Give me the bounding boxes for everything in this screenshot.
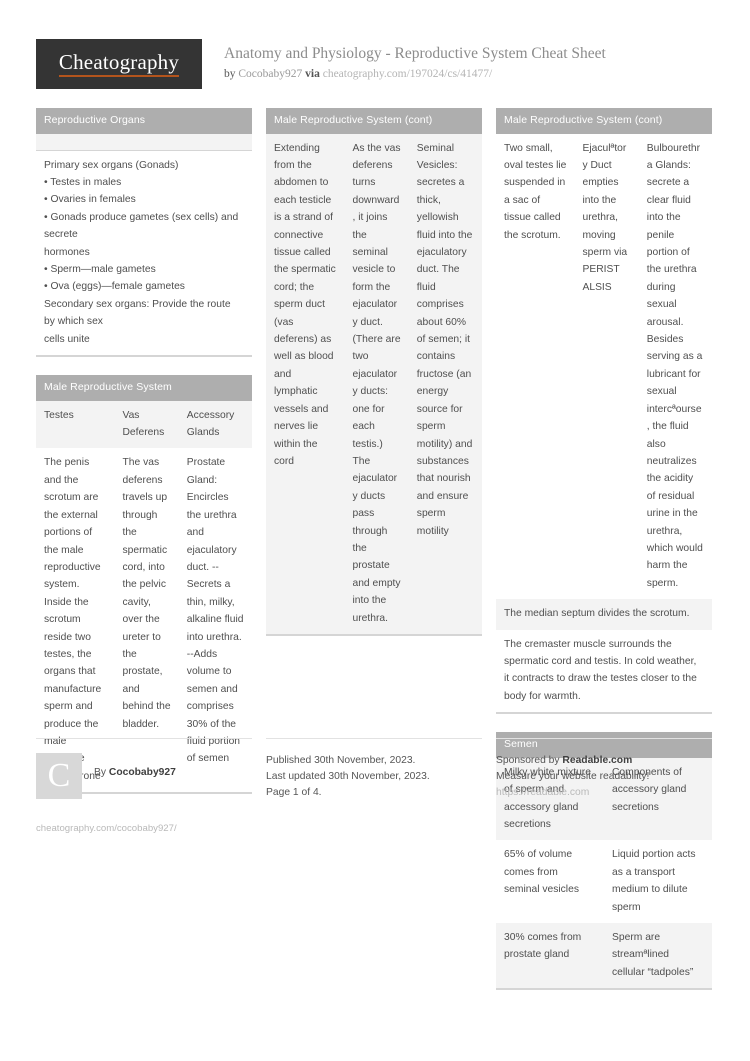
cell-bulbourethral-glands-text: Bulbourethra Glands: secrete a clear flu… xyxy=(638,133,712,600)
column-header-accessory-glands: Accessory Glands xyxy=(178,400,252,449)
byline-via-label: via xyxy=(305,67,320,80)
table-row: Two small, oval testes lie suspended in … xyxy=(496,133,712,600)
cell-median-septum-text: The median septum divides the scrotum. xyxy=(496,599,712,630)
published-date: Published 30th November, 2023. xyxy=(266,755,416,766)
avatar: C xyxy=(36,753,82,799)
masthead: Cheatography Anatomy and Physiology - Re… xyxy=(36,36,714,92)
author-credit: By Cocobaby927 xyxy=(94,753,176,781)
logo-text: Cheatography xyxy=(58,51,180,77)
block-title-male-reproductive-system-cont-3: Male Reproductive System (cont) xyxy=(496,108,712,134)
footer-sponsor-column: Sponsored by Readable.com Measure your w… xyxy=(496,738,712,837)
cell-semen-sperm-shape: Sperm are streamªlined cellular “tadpole… xyxy=(604,923,712,989)
column-3: Male Reproductive System (cont) Two smal… xyxy=(496,108,712,1008)
table-row: The cremaster muscle surrounds the sperm… xyxy=(496,629,712,713)
updated-date: Last updated 30th November, 2023. xyxy=(266,771,430,782)
cell-spermatic-cord-text: Extending from the abdomen to each testi… xyxy=(266,133,345,634)
block-title-male-reproductive-system: Male Reproductive System xyxy=(36,375,252,401)
cell-semen-prostate: 30% comes from prostate gland xyxy=(496,923,604,989)
block-reproductive-organs: Reproductive Organs Primary sex organs (… xyxy=(36,108,252,358)
cell-ejaculatory-duct-text: As the vas deferens turns downward, it j… xyxy=(344,133,409,634)
author-by-label: By xyxy=(94,767,109,778)
block-subheader-row xyxy=(36,133,252,151)
cell-cremaster-muscle-text: The cremaster muscle surrounds the sperm… xyxy=(496,629,712,713)
byline-source-url[interactable]: cheatography.com/197024/cs/41477/ xyxy=(323,68,492,80)
author-name[interactable]: Cocobaby927 xyxy=(109,767,176,778)
byline-by-label: by xyxy=(224,67,236,80)
cheat-sheet-page: Cheatography Anatomy and Physiology - Re… xyxy=(0,0,750,1061)
page-number: Page 1 of 4. xyxy=(266,787,322,798)
cell-seminal-vesicles-text: Seminal Vesicles: secretes a thick, yell… xyxy=(408,133,482,634)
block-title-male-reproductive-system-cont-2: Male Reproductive System (cont) xyxy=(266,108,482,134)
author-profile-url[interactable]: cheatography.com/cocobaby927/ xyxy=(36,821,252,837)
cell-ejaculatory-duct-peristalsis-text: Ejaculªtory Duct empties into the urethr… xyxy=(574,133,639,600)
author-row: C By Cocobaby927 xyxy=(36,753,252,799)
table-row: The median septum divides the scrotum. xyxy=(496,599,712,630)
block-male-reproductive-system-cont-3: Male Reproductive System (cont) Two smal… xyxy=(496,108,712,715)
footer-author-column: C By Cocobaby927 cheatography.com/cocoba… xyxy=(36,738,252,837)
table-row: 30% comes from prostate gland Sperm are … xyxy=(496,923,712,989)
sponsor-tagline: Measure your website readability! xyxy=(496,771,650,782)
table-row: Extending from the abdomen to each testi… xyxy=(266,133,482,634)
table-header-row: Testes Vas Deferens Accessory Glands xyxy=(36,400,252,449)
cheatography-logo[interactable]: Cheatography xyxy=(36,39,202,89)
block-title-reproductive-organs: Reproductive Organs xyxy=(36,108,252,134)
footer: C By Cocobaby927 cheatography.com/cocoba… xyxy=(36,738,714,837)
table-row: Primary sex organs (Gonads) • Testes in … xyxy=(36,150,252,356)
table-reproductive-organs: Primary sex organs (Gonads) • Testes in … xyxy=(36,150,252,356)
cell-testes-scrotum-text: Two small, oval testes lie suspended in … xyxy=(496,133,575,600)
byline: by Cocobaby927 via cheatography.com/1970… xyxy=(224,67,606,82)
cell-semen-transport-medium: Liquid portion acts as a transport mediu… xyxy=(604,840,712,924)
masthead-text: Anatomy and Physiology - Reproductive Sy… xyxy=(202,36,606,82)
column-header-testes: Testes xyxy=(36,400,115,449)
column-1: Reproductive Organs Primary sex organs (… xyxy=(36,108,252,812)
page-title: Anatomy and Physiology - Reproductive Sy… xyxy=(224,45,606,62)
block-male-reproductive-system: Male Reproductive System Testes Vas Defe… xyxy=(36,375,252,795)
table-male-reproductive-system: Testes Vas Deferens Accessory Glands The… xyxy=(36,400,252,793)
sponsor-line: Sponsored by Readable.com xyxy=(496,753,712,769)
cell-reproductive-organs-text: Primary sex organs (Gonads) • Testes in … xyxy=(36,150,252,356)
table-male-reproductive-system-cont-2: Extending from the abdomen to each testi… xyxy=(266,133,482,634)
columns-container: Reproductive Organs Primary sex organs (… xyxy=(36,108,714,1008)
cell-semen-seminal-vesicles: 65% of volume comes from seminal vesicle… xyxy=(496,840,604,924)
footer-publish-column: Published 30th November, 2023. Last upda… xyxy=(266,738,482,837)
sponsor-prefix: Sponsored by xyxy=(496,755,563,766)
column-2: Male Reproductive System (cont) Extendin… xyxy=(266,108,482,654)
column-header-vas-deferens: Vas Deferens xyxy=(114,400,179,449)
table-male-reproductive-system-cont-3: Two small, oval testes lie suspended in … xyxy=(496,133,712,713)
byline-author[interactable]: Cocobaby927 xyxy=(238,68,302,80)
table-row: 65% of volume comes from seminal vesicle… xyxy=(496,840,712,924)
sponsor-name[interactable]: Readable.com xyxy=(562,755,632,766)
block-male-reproductive-system-cont-2: Male Reproductive System (cont) Extendin… xyxy=(266,108,482,636)
sponsor-url[interactable]: https://readable.com xyxy=(496,785,712,801)
